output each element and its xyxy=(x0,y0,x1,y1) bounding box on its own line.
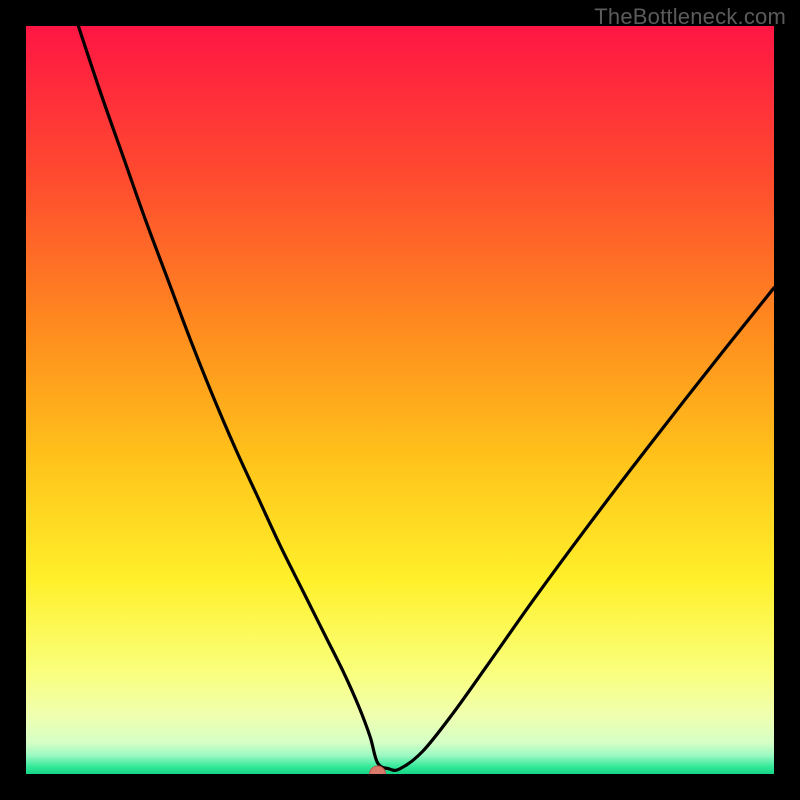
gradient-background xyxy=(26,26,774,774)
watermark-text: TheBottleneck.com xyxy=(594,4,786,30)
plot-area xyxy=(26,26,774,774)
chart-svg xyxy=(26,26,774,774)
chart-frame: TheBottleneck.com xyxy=(0,0,800,800)
